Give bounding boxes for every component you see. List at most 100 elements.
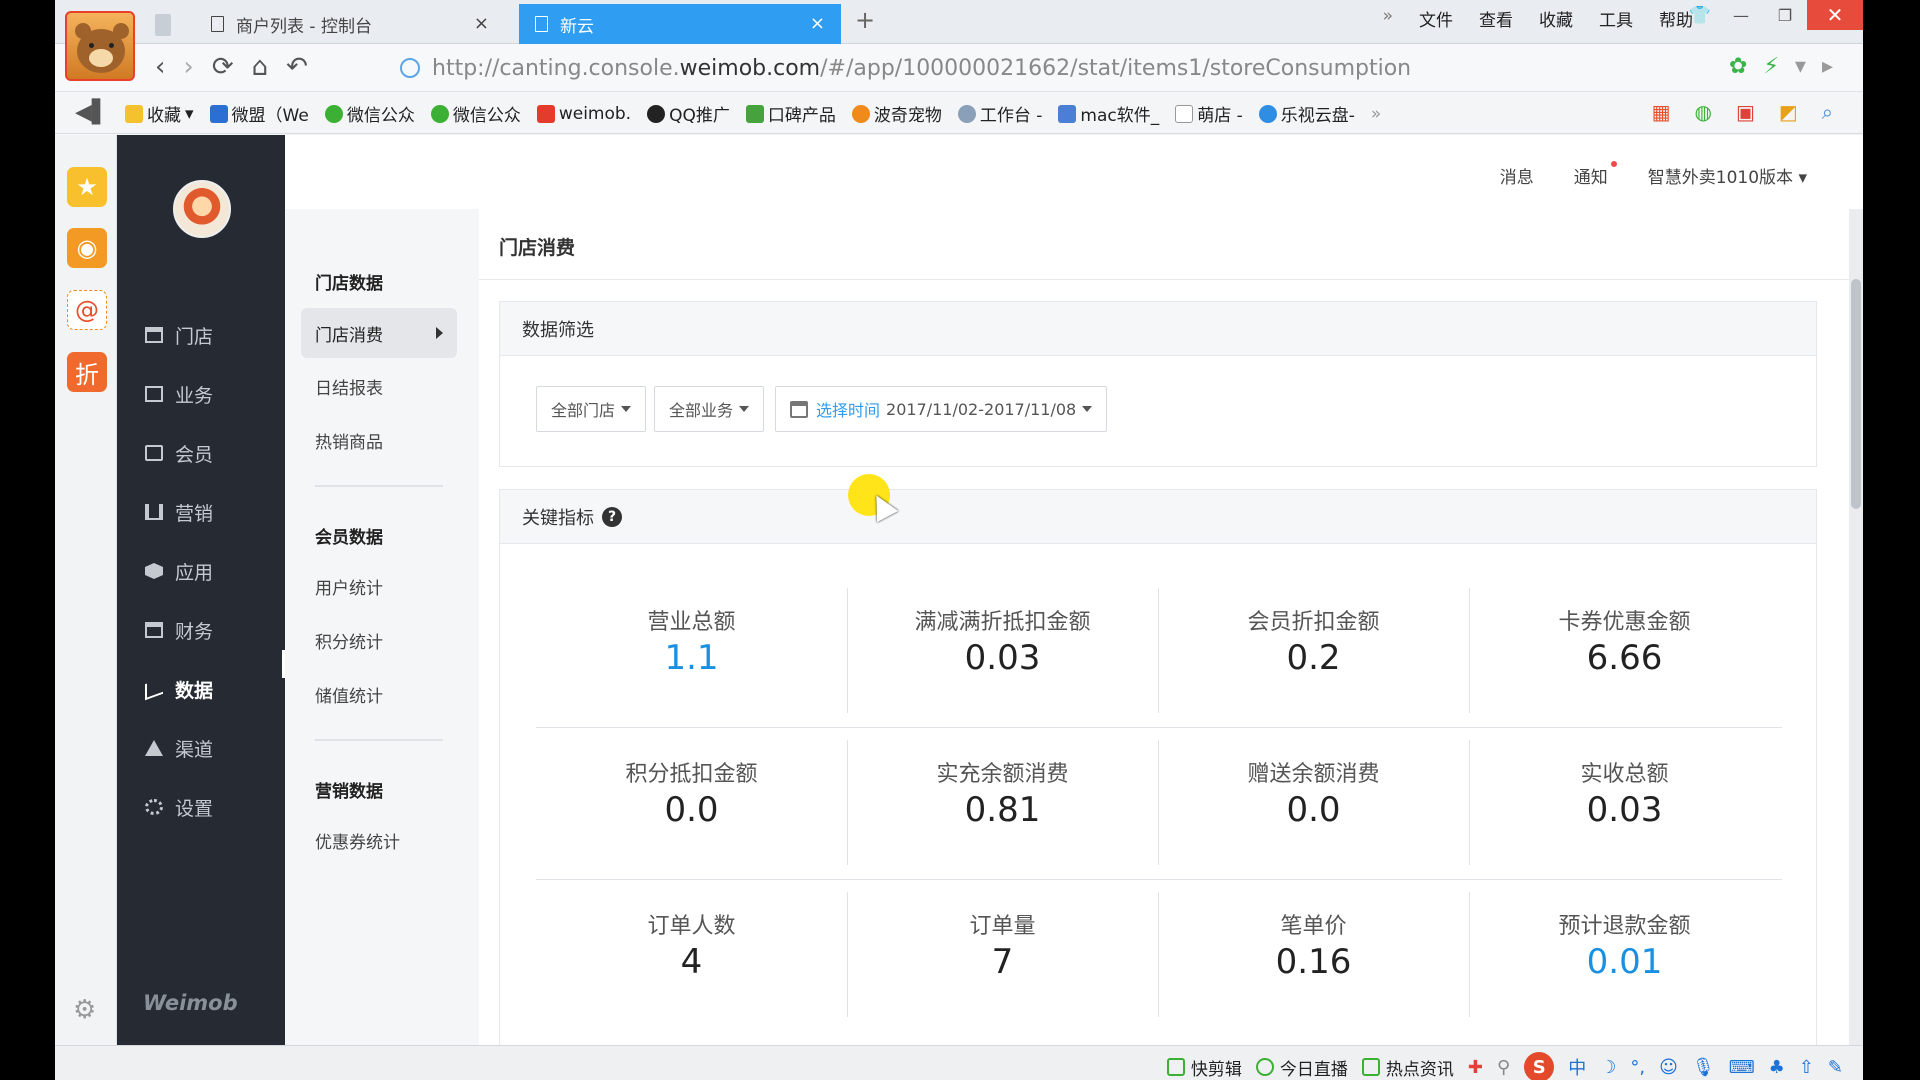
nav-item-settings[interactable]: 设置: [117, 782, 285, 832]
menu-tools[interactable]: 工具: [1599, 6, 1633, 31]
url-path: /#/app/100000021662/stat/items1/storeCon…: [820, 55, 1412, 81]
moon-icon[interactable]: ☽: [1600, 1057, 1616, 1078]
bookmark-mengdian[interactable]: 萌店 -: [1175, 101, 1243, 126]
bookmark-wechat-2[interactable]: 微信公众: [430, 101, 521, 126]
nav-item-store[interactable]: 门店: [117, 310, 285, 360]
new-tab-button[interactable]: +: [855, 6, 875, 34]
submenu-item-stored-value-stats[interactable]: 储值统计: [301, 669, 457, 719]
weibo-icon[interactable]: ◉: [67, 228, 107, 268]
business-filter-dropdown[interactable]: 全部业务: [654, 386, 765, 432]
forward-icon[interactable]: ›: [183, 52, 193, 82]
date-range-picker[interactable]: 选择时间 2017/11/02-2017/11/08: [775, 386, 1108, 432]
nav-item-data[interactable]: 数据: [117, 664, 285, 714]
store-filter-dropdown[interactable]: 全部门店: [536, 386, 647, 432]
shirt-icon[interactable]: ⇧: [1799, 1057, 1814, 1078]
nav-item-channel[interactable]: 渠道: [117, 723, 285, 773]
screenshot-icon[interactable]: ◩: [1779, 100, 1798, 124]
bookmark-workbench[interactable]: 工作台 -: [957, 101, 1042, 126]
apps-grid-icon[interactable]: ▦: [1652, 100, 1671, 124]
notifications-link[interactable]: 通知: [1574, 161, 1617, 188]
nav-item-apps[interactable]: 应用: [117, 546, 285, 596]
kpi-recharged-balance-spend: 实充余额消费 0.81: [936, 762, 1069, 830]
menu-view[interactable]: 查看: [1479, 6, 1513, 31]
browser-logo-bear-icon[interactable]: [65, 11, 135, 81]
pinned-tab[interactable]: [155, 14, 171, 36]
skin-icon[interactable]: 👕: [1681, 0, 1719, 30]
bookmark-weimob[interactable]: weimob.: [536, 101, 631, 126]
undo-icon[interactable]: ↶: [286, 52, 308, 82]
version-dropdown[interactable]: 智慧外卖1010版本 ▾: [1648, 163, 1807, 188]
minimize-icon[interactable]: —: [1719, 0, 1763, 30]
user-skin-icon[interactable]: ♣: [1769, 1057, 1785, 1078]
submenu-item-coupon-stats[interactable]: 优惠券统计: [301, 815, 457, 865]
pin-icon[interactable]: ⚲: [1497, 1057, 1510, 1078]
close-window-icon[interactable]: ✕: [1807, 0, 1863, 30]
nav-item-business[interactable]: 业务: [117, 369, 285, 419]
tab-label: 商户列表 - 控制台: [236, 16, 372, 37]
status-quick-clip[interactable]: 快剪辑: [1166, 1055, 1242, 1080]
bookmark-mac[interactable]: mac软件_: [1058, 101, 1159, 126]
home-icon[interactable]: ⌂: [252, 52, 269, 82]
pdf-icon[interactable]: ▣: [1736, 100, 1755, 124]
keyboard-icon[interactable]: ⌨: [1729, 1057, 1755, 1078]
sogou-ime-icon[interactable]: S: [1524, 1052, 1555, 1080]
email-at-icon[interactable]: @: [67, 290, 107, 330]
bookmark-letv[interactable]: 乐视云盘-: [1258, 101, 1355, 126]
bookmark-boqi[interactable]: 波奇宠物: [851, 101, 942, 126]
messages-link[interactable]: 消息: [1500, 163, 1534, 188]
submenu-item-points-stats[interactable]: 积分统计: [301, 615, 457, 665]
sidebar-toggle-icon[interactable]: ◀▌: [75, 100, 109, 125]
punctuation-icon[interactable]: °,: [1630, 1057, 1645, 1078]
back-icon[interactable]: ‹: [155, 52, 165, 82]
menu-favorites[interactable]: 收藏: [1539, 6, 1573, 31]
settings-gear-icon[interactable]: ⚙: [73, 995, 96, 1025]
bookmark-list: 收藏 ▾ 微盟（We 微信公众 微信公众 weimob. QQ推广 口碑产品 波…: [125, 101, 1381, 126]
bookmark-koubei[interactable]: 口碑产品: [745, 101, 836, 126]
tab-close-icon[interactable]: ×: [810, 13, 825, 34]
compat-mode-icon[interactable]: ✿: [1729, 54, 1747, 79]
ime-mode[interactable]: 中: [1568, 1054, 1586, 1080]
address-bar: ‹ › ⟳ ⌂ ↶ http://canting.console. weimob.…: [55, 44, 1863, 92]
bookmark-favorites[interactable]: 收藏 ▾: [125, 101, 194, 126]
bookmark-qq[interactable]: QQ推广: [647, 101, 730, 126]
favorites-star-icon[interactable]: ★: [67, 167, 107, 207]
submenu-item-hot-products[interactable]: 热销商品: [301, 415, 457, 465]
status-hot-news[interactable]: 热点资讯: [1361, 1055, 1454, 1080]
bookmark-wechat-1[interactable]: 微信公众: [324, 101, 415, 126]
restore-icon[interactable]: ❐: [1763, 0, 1807, 30]
scrollbar-thumb[interactable]: [1851, 279, 1861, 509]
help-icon[interactable]: ?: [602, 506, 622, 527]
avatar[interactable]: [173, 180, 231, 238]
url-input[interactable]: http://canting.console. weimob.com/#/app/…: [400, 50, 1863, 86]
content-scrollbar[interactable]: [1849, 209, 1863, 1045]
go-icon[interactable]: ▸: [1822, 54, 1833, 79]
submenu-item-daily-report[interactable]: 日结报表: [301, 361, 457, 411]
bookmarks-bar: ◀▌ 收藏 ▾ 微盟（We 微信公众 微信公众 weimob. QQ推广 口碑产…: [55, 92, 1863, 134]
submenu-item-store-consumption[interactable]: 门店消费: [301, 308, 457, 358]
search-icon[interactable]: ⌕: [1822, 100, 1833, 124]
nav-item-member[interactable]: 会员: [117, 428, 285, 478]
smiley-icon[interactable]: ☺: [1659, 1057, 1678, 1078]
tab-merchant-list[interactable]: 商户列表 - 控制台 ×: [195, 4, 505, 44]
discount-icon[interactable]: 折: [67, 352, 107, 392]
dropdown-icon[interactable]: ▾: [1795, 54, 1806, 79]
health-icon[interactable]: ✚: [1468, 1057, 1483, 1078]
bookmark-weimob-we[interactable]: 微盟（We: [209, 101, 309, 126]
speed-mode-icon[interactable]: ⚡: [1763, 54, 1778, 79]
wrench-icon[interactable]: ✎: [1828, 1057, 1843, 1078]
status-items: 快剪辑 今日直播 热点资讯 ✚ ⚲ S 中 ☽ °, ☺ 🎙 ⌨ ♣ ⇧ ✎: [1166, 1052, 1843, 1080]
status-live[interactable]: 今日直播: [1255, 1055, 1348, 1080]
menu-more-icon[interactable]: »: [1383, 6, 1393, 31]
shield-icon[interactable]: ◍: [1695, 100, 1712, 124]
member-card-icon: [145, 445, 163, 461]
menu-file[interactable]: 文件: [1419, 6, 1453, 31]
nav-item-marketing[interactable]: 营销: [117, 487, 285, 537]
microphone-icon[interactable]: 🎙: [1692, 1057, 1715, 1078]
nav-item-finance[interactable]: 财务: [117, 605, 285, 655]
bookmarks-more-icon[interactable]: »: [1371, 101, 1381, 126]
tab-xinyun[interactable]: 新云 ×: [519, 4, 841, 44]
reload-icon[interactable]: ⟳: [212, 52, 234, 82]
submenu-item-user-stats[interactable]: 用户统计: [301, 561, 457, 611]
user-icon: [957, 104, 976, 123]
tab-close-icon[interactable]: ×: [474, 13, 489, 34]
